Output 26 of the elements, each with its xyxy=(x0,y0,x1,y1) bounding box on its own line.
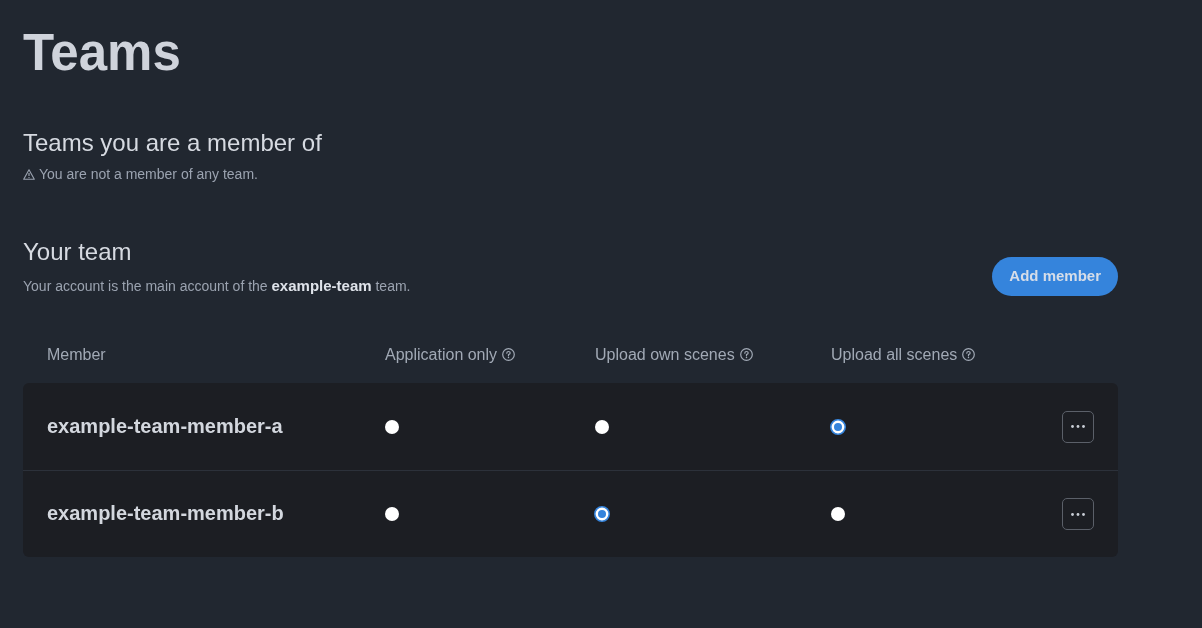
section-heading: Your team xyxy=(23,237,132,267)
member-name: example-team-member-a xyxy=(47,414,283,437)
add-member-button[interactable]: Add member xyxy=(992,257,1118,296)
section-heading: Teams you are a member of xyxy=(23,128,322,158)
radio-button[interactable] xyxy=(830,506,846,522)
radio-button[interactable] xyxy=(830,418,846,435)
radio-button[interactable] xyxy=(594,506,610,522)
empty-notice: You are not a member of any team. xyxy=(39,166,258,183)
column-header: Upload own scenes xyxy=(595,344,735,364)
column-header: Member xyxy=(47,344,106,364)
column-header: Application only xyxy=(385,344,498,364)
help-icon[interactable] xyxy=(962,347,976,361)
warning-icon xyxy=(23,169,35,180)
column-header: Upload all scenes xyxy=(831,344,958,364)
radio-button[interactable] xyxy=(594,418,610,435)
more-button[interactable] xyxy=(1062,410,1094,443)
radio-button[interactable] xyxy=(384,506,400,522)
radio-button[interactable] xyxy=(384,418,400,435)
member-name: example-team-member-b xyxy=(47,502,284,524)
page-title: Teams xyxy=(23,24,181,82)
more-button[interactable] xyxy=(1062,498,1094,530)
help-icon[interactable] xyxy=(502,347,516,361)
help-icon[interactable] xyxy=(739,347,753,361)
more-icon xyxy=(1071,425,1085,428)
more-icon xyxy=(1071,512,1085,516)
team-description: Your account is the main account of the example-team team. xyxy=(23,277,411,295)
